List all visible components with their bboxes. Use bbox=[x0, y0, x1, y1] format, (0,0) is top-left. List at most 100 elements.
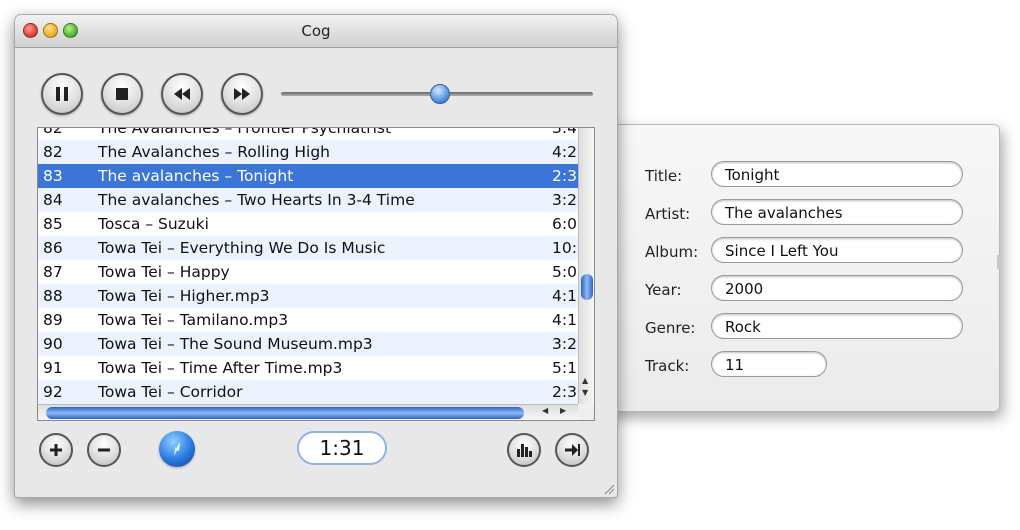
track-number: 90 bbox=[43, 335, 63, 353]
genre-label: Genre: bbox=[645, 319, 696, 337]
track-title: Towa Tei – Time After Time.mp3 bbox=[98, 359, 343, 377]
track-duration: 4:2 bbox=[552, 143, 576, 161]
playlist-row[interactable]: 90 Towa Tei – The Sound Museum.mp3 3:2 bbox=[38, 332, 578, 356]
scroll-corner bbox=[578, 404, 594, 420]
track-duration: 5:0 bbox=[552, 263, 576, 281]
track-duration: 2:3 bbox=[552, 167, 576, 185]
album-field[interactable]: Since I Left You bbox=[711, 237, 963, 263]
track-number: 84 bbox=[43, 191, 63, 209]
playlist-row[interactable]: 85 Tosca – Suzuki 6:0 bbox=[38, 212, 578, 236]
arrow-right-to-bar-icon bbox=[565, 444, 580, 456]
scroll-right-arrow-icon[interactable]: ▶ bbox=[560, 406, 566, 415]
track-number: 87 bbox=[43, 263, 63, 281]
genre-field[interactable]: Rock bbox=[711, 313, 963, 339]
track-duration: 3:4 bbox=[552, 127, 576, 137]
stop-icon bbox=[116, 88, 128, 100]
track-number: 92 bbox=[43, 383, 63, 401]
resize-grip-icon[interactable] bbox=[603, 483, 615, 495]
playlist-row[interactable]: 92 Towa Tei – Corridor 2:3 bbox=[38, 380, 578, 404]
playlist-row[interactable]: 84 The avalanches – Two Hearts In 3-4 Tim… bbox=[38, 188, 578, 212]
track-duration: 2:3 bbox=[552, 383, 576, 401]
track-title: The Avalanches – Rolling High bbox=[98, 143, 331, 161]
info-drawer: Title: Tonight Artist: The avalanches Al… bbox=[608, 124, 1000, 412]
shuffle-button[interactable] bbox=[159, 431, 195, 467]
vertical-scrollbar[interactable]: ▲ ▼ bbox=[578, 128, 594, 404]
track-duration: 3:2 bbox=[552, 335, 576, 353]
track-label: Track: bbox=[645, 357, 690, 375]
add-button[interactable] bbox=[39, 433, 73, 467]
compass-icon bbox=[174, 442, 180, 456]
window-title: Cog bbox=[301, 22, 331, 40]
stop-button[interactable] bbox=[101, 73, 143, 115]
track-duration: 3:2 bbox=[552, 191, 576, 209]
plus-icon bbox=[50, 444, 62, 456]
track-duration: 4:1 bbox=[552, 287, 576, 305]
fast-forward-button[interactable] bbox=[221, 73, 263, 115]
track-duration: 5:1 bbox=[552, 359, 576, 377]
year-field[interactable]: 2000 bbox=[711, 275, 963, 301]
rewind-icon bbox=[174, 88, 190, 100]
seek-slider-knob[interactable] bbox=[430, 84, 451, 104]
track-title: Towa Tei – The Sound Museum.mp3 bbox=[98, 335, 373, 353]
artist-label: Artist: bbox=[645, 205, 691, 223]
main-window: Cog 82 The Avalanches – Frontier Psychiat… bbox=[14, 14, 618, 498]
playlist-row[interactable]: 88 Towa Tei – Higher.mp3 4:1 bbox=[38, 284, 578, 308]
genre-row: Genre: Rock bbox=[645, 313, 975, 341]
playlist-row[interactable]: 82 The Avalanches – Rolling High 4:2 bbox=[38, 140, 578, 164]
year-label: Year: bbox=[645, 281, 682, 299]
playlist-row[interactable]: 86 Towa Tei – Everything We Do Is Music 10… bbox=[38, 236, 578, 260]
horizontal-scrollbar[interactable]: ◀ ▶ bbox=[38, 404, 578, 420]
track-title: Towa Tei – Corridor bbox=[98, 383, 243, 401]
track-title: Towa Tei – Tamilano.mp3 bbox=[98, 311, 289, 329]
title-field[interactable]: Tonight bbox=[711, 161, 963, 187]
track-duration: 6:0 bbox=[552, 215, 576, 233]
scroll-left-arrow-icon[interactable]: ◀ bbox=[542, 406, 548, 415]
track-title: Towa Tei – Happy bbox=[98, 263, 230, 281]
pause-button[interactable] bbox=[41, 73, 83, 115]
track-number: 91 bbox=[43, 359, 63, 377]
fast-forward-icon bbox=[234, 88, 250, 100]
track-number: 85 bbox=[43, 215, 63, 233]
track-title: The avalanches – Tonight bbox=[98, 167, 294, 185]
info-drawer-toggle-button[interactable] bbox=[555, 433, 589, 467]
scroll-up-arrow-icon[interactable]: ▲ bbox=[582, 376, 588, 385]
drawer-grip[interactable] bbox=[997, 255, 1000, 269]
album-row: Album: Since I Left You bbox=[645, 237, 975, 265]
artist-row: Artist: The avalanches bbox=[645, 199, 975, 227]
track-number: 83 bbox=[43, 167, 63, 185]
track-title: Towa Tei – Everything We Do Is Music bbox=[98, 239, 386, 257]
playlist-row[interactable]: 82 The Avalanches – Frontier Psychiatrist… bbox=[38, 127, 578, 140]
horizontal-scroll-thumb[interactable] bbox=[46, 407, 524, 419]
track-duration: 4:1 bbox=[552, 311, 576, 329]
track-title: The Avalanches – Frontier Psychiatrist bbox=[98, 127, 392, 137]
playlist-row[interactable]: 89 Towa Tei – Tamilano.mp3 4:1 bbox=[38, 308, 578, 332]
track-row: Track: 11 bbox=[645, 351, 975, 379]
track-number: 86 bbox=[43, 239, 63, 257]
track-number: 82 bbox=[43, 127, 63, 137]
scroll-down-arrow-icon[interactable]: ▼ bbox=[582, 388, 588, 397]
artist-field[interactable]: The avalanches bbox=[711, 199, 963, 225]
track-title: Tosca – Suzuki bbox=[98, 215, 209, 233]
track-title: The avalanches – Two Hearts In 3-4 Time bbox=[98, 191, 415, 209]
playlist-row[interactable]: 83 The avalanches – Tonight 2:3 bbox=[38, 164, 578, 188]
remove-button[interactable] bbox=[87, 433, 121, 467]
equalizer-icon bbox=[517, 444, 532, 457]
playlist-row[interactable]: 91 Towa Tei – Time After Time.mp3 5:1 bbox=[38, 356, 578, 380]
vertical-scroll-thumb[interactable] bbox=[581, 274, 593, 300]
pause-icon bbox=[56, 87, 68, 101]
year-row: Year: 2000 bbox=[645, 275, 975, 303]
track-number: 88 bbox=[43, 287, 63, 305]
title-bar[interactable]: Cog bbox=[15, 15, 617, 48]
title-row: Title: Tonight bbox=[645, 161, 975, 189]
track-field[interactable]: 11 bbox=[711, 351, 827, 377]
track-number: 82 bbox=[43, 143, 63, 161]
rewind-button[interactable] bbox=[161, 73, 203, 115]
playlist[interactable]: 82 The Avalanches – Frontier Psychiatrist… bbox=[37, 127, 595, 421]
playlist-rows: 82 The Avalanches – Frontier Psychiatrist… bbox=[38, 127, 578, 404]
track-duration: 10:2 bbox=[552, 239, 576, 257]
track-title: Towa Tei – Higher.mp3 bbox=[98, 287, 270, 305]
equalizer-button[interactable] bbox=[507, 433, 541, 467]
elapsed-time-display[interactable]: 1:31 bbox=[297, 431, 387, 465]
playlist-row[interactable]: 87 Towa Tei – Happy 5:0 bbox=[38, 260, 578, 284]
minus-icon bbox=[98, 448, 110, 452]
